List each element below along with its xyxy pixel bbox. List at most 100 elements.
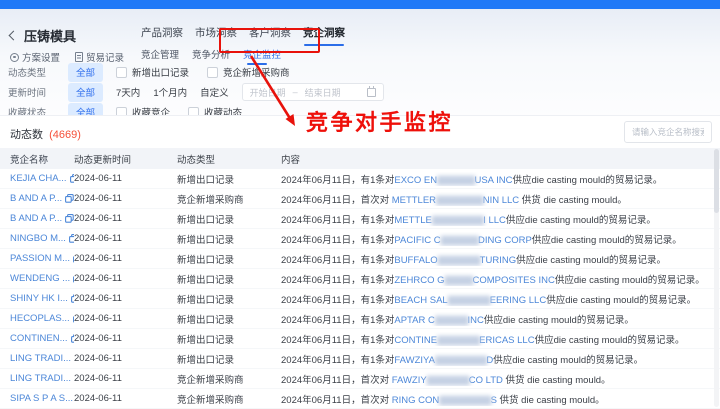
row-content: 2024年06月11日，有1条对PACIFIC C████████DING CO… xyxy=(281,234,682,246)
table-row[interactable]: CONTINEN... 2024-06-11 新增出口记录 2024年06月11… xyxy=(0,329,720,349)
top-accent-bar xyxy=(0,0,720,9)
filter-label: 更新时间 xyxy=(8,88,47,99)
end-date-placeholder[interactable]: 结束日期 xyxy=(305,86,341,99)
row-content: 2024年06月11日，有1条对FAWZIYA███████████D供应die… xyxy=(281,354,644,366)
gear-icon xyxy=(10,52,19,62)
row-update-time: 2024-06-11 xyxy=(74,213,122,224)
option-7-days[interactable]: 7天内 xyxy=(116,85,140,99)
filter-all-button[interactable]: 全部 xyxy=(68,62,104,82)
row-content: 2024年06月11日，首次对 FAWZIY█████████CO LTD 供货… xyxy=(281,374,611,386)
checkbox-new-export-record[interactable]: 新增出口记录 xyxy=(116,65,189,79)
row-update-time: 2024-06-11 xyxy=(74,273,122,284)
page-header: 压铸模具 方案设置 贸易记录 产品洞察 市场洞察 客户洞察 竞企洞察 竞企管理 … xyxy=(0,9,720,122)
row-dynamic-type: 新增出口记录 xyxy=(177,234,235,246)
company-name-link[interactable]: SIPA S P A S... xyxy=(10,393,73,404)
breadcrumb[interactable]: 压铸模具 xyxy=(8,26,77,45)
tab-competitor-insight[interactable]: 竞企洞察 xyxy=(303,25,345,46)
table-row[interactable]: LING TRADI... 2024-06-11 新增出口记录 2024年06月… xyxy=(0,349,720,369)
row-content: 2024年06月11日，有1条对METTLE███████████I LLC供应… xyxy=(281,214,656,226)
copy-icon[interactable] xyxy=(65,194,74,203)
subtab-competition-analysis[interactable]: 竞争分析 xyxy=(192,47,230,61)
calendar-icon[interactable] xyxy=(366,85,376,97)
row-update-time: 2024-06-11 xyxy=(74,333,122,344)
filter-panel: 动态类型 全部 新增出口记录 竞企新增采购商 更新时间 全部 7天内 1个月内 … xyxy=(8,62,568,122)
company-name-link[interactable]: LING TRADI... xyxy=(10,373,71,384)
row-content: 2024年06月11日，有1条对CONTINE█████████ERICAS L… xyxy=(281,334,685,346)
row-dynamic-type: 竞企新增采购商 xyxy=(177,394,244,406)
table-row[interactable]: LING TRADI... 2024-06-11 竞企新增采购商 2024年06… xyxy=(0,369,720,389)
row-content: 2024年06月11日，首次对 METTLER██████████NIN LLC… xyxy=(281,194,627,206)
back-icon[interactable] xyxy=(8,30,19,41)
subtab-competitor-management[interactable]: 竞企管理 xyxy=(141,47,179,61)
tab-product-insight[interactable]: 产品洞察 xyxy=(141,25,183,46)
start-date-placeholder[interactable]: 开始日期 xyxy=(250,86,286,99)
dynamic-count: 动态数 (4669) xyxy=(10,126,81,142)
row-dynamic-type: 新增出口记录 xyxy=(177,334,235,346)
company-name-link[interactable]: B AND A P... xyxy=(10,213,62,224)
company-name-link[interactable]: LING TRADI... xyxy=(10,353,71,364)
row-update-time: 2024-06-11 xyxy=(74,173,122,184)
table-row[interactable]: SIPA S P A S... 2024-06-11 竞企新增采购商 2024年… xyxy=(0,389,720,409)
row-content: 2024年06月11日，有1条对BUFFALO█████████TURING供应… xyxy=(281,254,667,266)
table-row[interactable]: KEJIA CHA... 2024-06-11 新增出口记录 2024年06月1… xyxy=(0,169,720,189)
scrollbar-thumb[interactable] xyxy=(714,149,719,213)
row-dynamic-type: 新增出口记录 xyxy=(177,294,235,306)
checkbox-icon[interactable] xyxy=(116,66,128,78)
company-name-link[interactable]: CONTINEN... xyxy=(10,333,68,344)
row-dynamic-type: 新增出口记录 xyxy=(177,354,235,366)
table-row[interactable]: NINGBO M... 2024-06-11 新增出口记录 2024年06月11… xyxy=(0,229,720,249)
content-card: 动态数 (4669) 竞企名称 动态更新时间 动态类型 内容 KEJIA CHA… xyxy=(0,116,720,409)
tab-market-insight[interactable]: 市场洞察 xyxy=(195,25,237,46)
table-body: KEJIA CHA... 2024-06-11 新增出口记录 2024年06月1… xyxy=(0,169,720,409)
row-content: 2024年06月11日，有1条对ZEHRCO G██████COMPOSITES… xyxy=(281,274,705,286)
row-content: 2024年06月11日，有1条对EXCO EN████████USA INC供应… xyxy=(281,174,663,186)
search-input[interactable] xyxy=(624,121,712,143)
row-update-time: 2024-06-11 xyxy=(74,373,122,384)
row-content: 2024年06月11日，有1条对BEACH SAL█████████EERING… xyxy=(281,294,697,306)
column-header-time: 动态更新时间 xyxy=(74,154,132,166)
count-value: (4669) xyxy=(49,129,81,141)
company-name-link[interactable]: KEJIA CHA... xyxy=(10,173,67,184)
company-name-link[interactable]: HECOPLAS... xyxy=(10,313,70,324)
table-row[interactable]: HECOPLAS... 2024-06-11 新增出口记录 2024年06月11… xyxy=(0,309,720,329)
table-header: 竞企名称 动态更新时间 动态类型 内容 xyxy=(0,148,720,169)
tab-customer-insight[interactable]: 客户洞察 xyxy=(249,25,291,46)
vertical-scrollbar[interactable] xyxy=(714,149,719,407)
row-dynamic-type: 新增出口记录 xyxy=(177,274,235,286)
copy-icon[interactable] xyxy=(65,214,74,223)
filter-row-update-time: 更新时间 全部 7天内 1个月内 自定义 开始日期 – 结束日期 xyxy=(8,82,568,102)
table-row[interactable]: SHINY HK I... 2024-06-11 新增出口记录 2024年06月… xyxy=(0,289,720,309)
table-row[interactable]: PASSION M... 2024-06-11 新增出口记录 2024年06月1… xyxy=(0,249,720,269)
column-header-type: 动态类型 xyxy=(177,154,216,166)
company-name-link[interactable]: SHINY HK I... xyxy=(10,293,68,304)
table-row[interactable]: B AND A P... 2024-06-11 竞企新增采购商 2024年06月… xyxy=(0,189,720,209)
checkbox-new-buyer[interactable]: 竞企新增采购商 xyxy=(207,65,290,79)
company-name-link[interactable]: WENDENG ... xyxy=(10,273,70,284)
row-update-time: 2024-06-11 xyxy=(74,313,122,324)
count-label: 动态数 xyxy=(10,129,43,141)
company-name-link[interactable]: PASSION M... xyxy=(10,253,70,264)
filter-row-dynamic-type: 动态类型 全部 新增出口记录 竞企新增采购商 xyxy=(8,62,568,82)
filter-all-button[interactable]: 全部 xyxy=(68,82,104,102)
table-row[interactable]: B AND A P... 2024-06-11 新增出口记录 2024年06月1… xyxy=(0,209,720,229)
company-name-link[interactable]: B AND A P... xyxy=(10,193,62,204)
date-range-picker[interactable]: 开始日期 – 结束日期 xyxy=(241,83,384,101)
row-update-time: 2024-06-11 xyxy=(74,253,122,264)
option-1-month[interactable]: 1个月内 xyxy=(153,85,187,99)
checkbox-label: 竞企新增采购商 xyxy=(223,68,290,79)
checkbox-label: 新增出口记录 xyxy=(132,68,190,79)
row-update-time: 2024-06-11 xyxy=(74,353,122,364)
row-update-time: 2024-06-11 xyxy=(74,393,122,404)
row-dynamic-type: 新增出口记录 xyxy=(177,314,235,326)
row-update-time: 2024-06-11 xyxy=(74,233,122,244)
page-title: 压铸模具 xyxy=(24,29,77,44)
option-custom[interactable]: 自定义 xyxy=(200,85,229,99)
main-tabs: 产品洞察 市场洞察 客户洞察 竞企洞察 xyxy=(141,25,345,46)
column-header-name: 竞企名称 xyxy=(10,154,49,166)
table-row[interactable]: WENDENG ... 2024-06-11 新增出口记录 2024年06月11… xyxy=(0,269,720,289)
subtab-competition-monitor[interactable]: 竞企监控 xyxy=(243,47,281,65)
company-name-link[interactable]: NINGBO M... xyxy=(10,233,66,244)
row-dynamic-type: 竞企新增采购商 xyxy=(177,374,244,386)
checkbox-icon[interactable] xyxy=(207,66,219,78)
filter-label: 动态类型 xyxy=(8,68,47,79)
